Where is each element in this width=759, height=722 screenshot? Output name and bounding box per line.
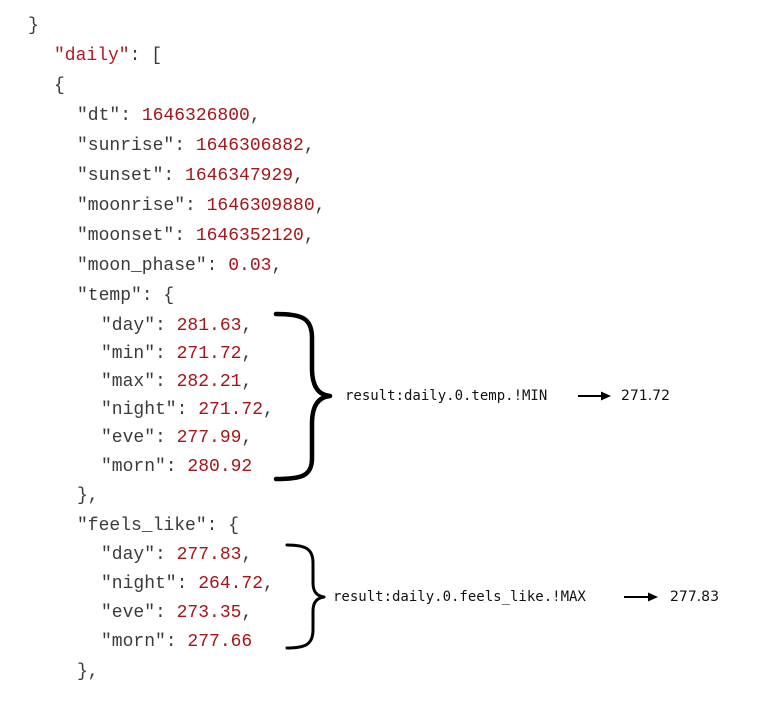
temp-brace [273, 311, 333, 482]
feels-query-label: result:daily.0.feels_like.!MAX [333, 589, 586, 605]
feels-like-brace [285, 543, 326, 650]
annotation-layer [273, 311, 658, 650]
feels-result-arrow [624, 592, 658, 602]
temp-result-arrow [578, 391, 611, 401]
temp-query-label: result:daily.0.temp.!MIN [345, 388, 548, 404]
temp-result-value: 271.72 [621, 388, 670, 404]
feels-result-value: 277.83 [670, 589, 719, 605]
